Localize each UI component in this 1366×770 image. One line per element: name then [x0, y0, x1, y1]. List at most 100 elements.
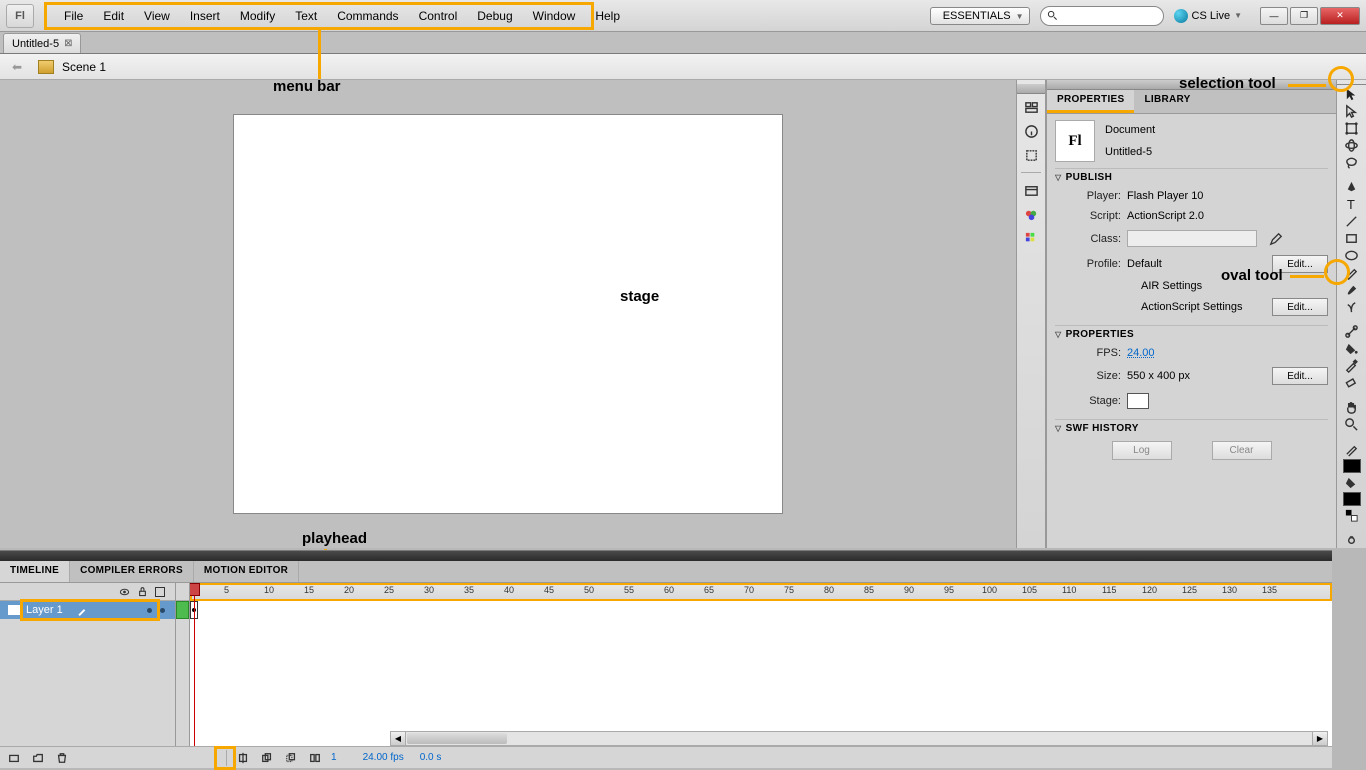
- paint-bucket-tool-icon[interactable]: [1340, 341, 1364, 356]
- timeline-ruler[interactable]: 1 5 10 15 20 25 30 35 40 45 50 55 60 65 …: [190, 583, 1332, 601]
- close-button[interactable]: ✕: [1320, 7, 1360, 25]
- oval-tool-icon[interactable]: [1340, 248, 1364, 263]
- zoom-tool-icon[interactable]: [1340, 417, 1364, 432]
- menu-edit[interactable]: Edit: [93, 5, 134, 27]
- class-input[interactable]: [1127, 230, 1257, 247]
- outline-column-icon[interactable]: [155, 587, 165, 597]
- playhead[interactable]: [194, 583, 195, 746]
- panel-collapse-grip[interactable]: [1047, 80, 1336, 90]
- scroll-left-icon[interactable]: ◀: [391, 732, 406, 745]
- fill-color-icon[interactable]: [1340, 475, 1364, 490]
- tab-properties[interactable]: PROPERTIES: [1047, 90, 1134, 113]
- tab-compiler-errors[interactable]: COMPILER ERRORS: [70, 561, 194, 582]
- new-folder-button[interactable]: [30, 750, 46, 766]
- info-panel-icon[interactable]: [1020, 120, 1042, 142]
- line-tool-icon[interactable]: [1340, 214, 1364, 229]
- pen-tool-icon[interactable]: [1340, 180, 1364, 195]
- free-transform-tool-icon[interactable]: [1340, 121, 1364, 136]
- eyedropper-tool-icon[interactable]: [1340, 358, 1364, 373]
- visibility-column-icon[interactable]: [119, 588, 130, 596]
- stage-area[interactable]: [0, 80, 1016, 548]
- rectangle-tool-icon[interactable]: [1340, 231, 1364, 246]
- layer-row[interactable]: Layer 1: [0, 601, 175, 619]
- deco-tool-icon[interactable]: [1340, 299, 1364, 314]
- document-tab[interactable]: Untitled-5 ⊠: [3, 33, 81, 53]
- scene-name[interactable]: Scene 1: [62, 60, 106, 74]
- tab-motion-editor[interactable]: MOTION EDITOR: [194, 561, 299, 582]
- onion-skin-outlines-button[interactable]: [283, 750, 299, 766]
- search-input[interactable]: [1040, 6, 1164, 26]
- new-layer-button[interactable]: [6, 750, 22, 766]
- fill-color-well[interactable]: [1340, 492, 1364, 506]
- menu-modify[interactable]: Modify: [230, 5, 285, 27]
- color-panel-icon[interactable]: [1020, 203, 1042, 225]
- menu-debug[interactable]: Debug: [467, 5, 522, 27]
- eraser-tool-icon[interactable]: [1340, 375, 1364, 390]
- log-button[interactable]: Log: [1112, 441, 1172, 460]
- size-edit-button[interactable]: Edit...: [1272, 367, 1328, 385]
- menu-view[interactable]: View: [134, 5, 180, 27]
- menu-control[interactable]: Control: [409, 5, 468, 27]
- properties-section-header[interactable]: PROPERTIES: [1055, 325, 1328, 343]
- clear-button[interactable]: Clear: [1212, 441, 1272, 460]
- tab-timeline[interactable]: TIMELINE: [0, 561, 70, 582]
- minimize-button[interactable]: —: [1260, 7, 1288, 25]
- menu-commands[interactable]: Commands: [327, 5, 408, 27]
- as-edit-button[interactable]: Edit...: [1272, 298, 1328, 316]
- menu-insert[interactable]: Insert: [180, 5, 230, 27]
- menu-window[interactable]: Window: [523, 5, 586, 27]
- stage-color-swatch[interactable]: [1127, 393, 1149, 409]
- pencil-icon[interactable]: [1269, 232, 1283, 246]
- workspace-selector[interactable]: ESSENTIALS: [930, 7, 1030, 25]
- cs-live-button[interactable]: CS Live ▼: [1174, 9, 1242, 23]
- fps-display[interactable]: 24.00 fps: [363, 752, 404, 763]
- delete-layer-button[interactable]: [54, 750, 70, 766]
- selection-tool-icon[interactable]: [1340, 87, 1364, 102]
- library-panel-icon[interactable]: [1020, 179, 1042, 201]
- pencil-tool-icon[interactable]: [1340, 265, 1364, 280]
- tab-library[interactable]: LIBRARY: [1134, 90, 1200, 113]
- layer-name[interactable]: Layer 1: [26, 604, 63, 616]
- timeline-collapse-grip[interactable]: [0, 551, 1332, 561]
- 3d-rotation-tool-icon[interactable]: [1340, 138, 1364, 153]
- stage-canvas[interactable]: [233, 114, 783, 514]
- layer-lock-dot[interactable]: [160, 608, 165, 613]
- menu-text[interactable]: Text: [285, 5, 327, 27]
- close-tab-icon[interactable]: ⊠: [64, 38, 72, 49]
- fps-value[interactable]: 24.00: [1127, 347, 1155, 359]
- brush-tool-icon[interactable]: [1340, 282, 1364, 297]
- subselection-tool-icon[interactable]: [1340, 104, 1364, 119]
- swap-colors-icon[interactable]: [1340, 508, 1364, 523]
- lasso-tool-icon[interactable]: [1340, 155, 1364, 170]
- center-frame-button[interactable]: [235, 750, 251, 766]
- swatches-panel-icon[interactable]: [1020, 227, 1042, 249]
- profile-edit-button[interactable]: Edit...: [1272, 255, 1328, 273]
- transform-panel-icon[interactable]: [1020, 144, 1042, 166]
- back-arrow-icon[interactable]: ⬅: [12, 60, 30, 74]
- layer-visibility-dot[interactable]: [147, 608, 152, 613]
- edit-multiple-frames-button[interactable]: [307, 750, 323, 766]
- onion-skin-button[interactable]: [259, 750, 275, 766]
- layer-column: Layer 1: [0, 583, 176, 746]
- timeline-scrollbar[interactable]: ◀ ▶: [390, 731, 1328, 746]
- scroll-right-icon[interactable]: ▶: [1312, 732, 1327, 745]
- lock-column-icon[interactable]: [138, 587, 147, 597]
- frames-area[interactable]: 1 5 10 15 20 25 30 35 40 45 50 55 60 65 …: [190, 583, 1332, 746]
- bone-tool-icon[interactable]: [1340, 324, 1364, 339]
- snap-to-objects-icon[interactable]: [1340, 533, 1364, 548]
- align-panel-icon[interactable]: [1020, 96, 1042, 118]
- menu-help[interactable]: Help: [585, 5, 630, 27]
- menu-file[interactable]: File: [54, 5, 93, 27]
- stroke-color-well[interactable]: [1340, 459, 1364, 473]
- text-tool-icon[interactable]: T: [1340, 197, 1364, 212]
- publish-section-header[interactable]: PUBLISH: [1055, 168, 1328, 186]
- tools-collapse-grip[interactable]: [1337, 84, 1366, 85]
- scene-bar: ⬅ Scene 1: [0, 54, 1366, 80]
- swf-history-header[interactable]: SWF HISTORY: [1055, 419, 1328, 437]
- stroke-color-icon[interactable]: [1340, 442, 1364, 457]
- hand-tool-icon[interactable]: [1340, 400, 1364, 415]
- dock-collapse-grip[interactable]: [1017, 84, 1045, 94]
- maximize-button[interactable]: ❐: [1290, 7, 1318, 25]
- layer-outline-swatch[interactable]: [176, 601, 189, 619]
- current-frame-value[interactable]: 1: [331, 752, 337, 763]
